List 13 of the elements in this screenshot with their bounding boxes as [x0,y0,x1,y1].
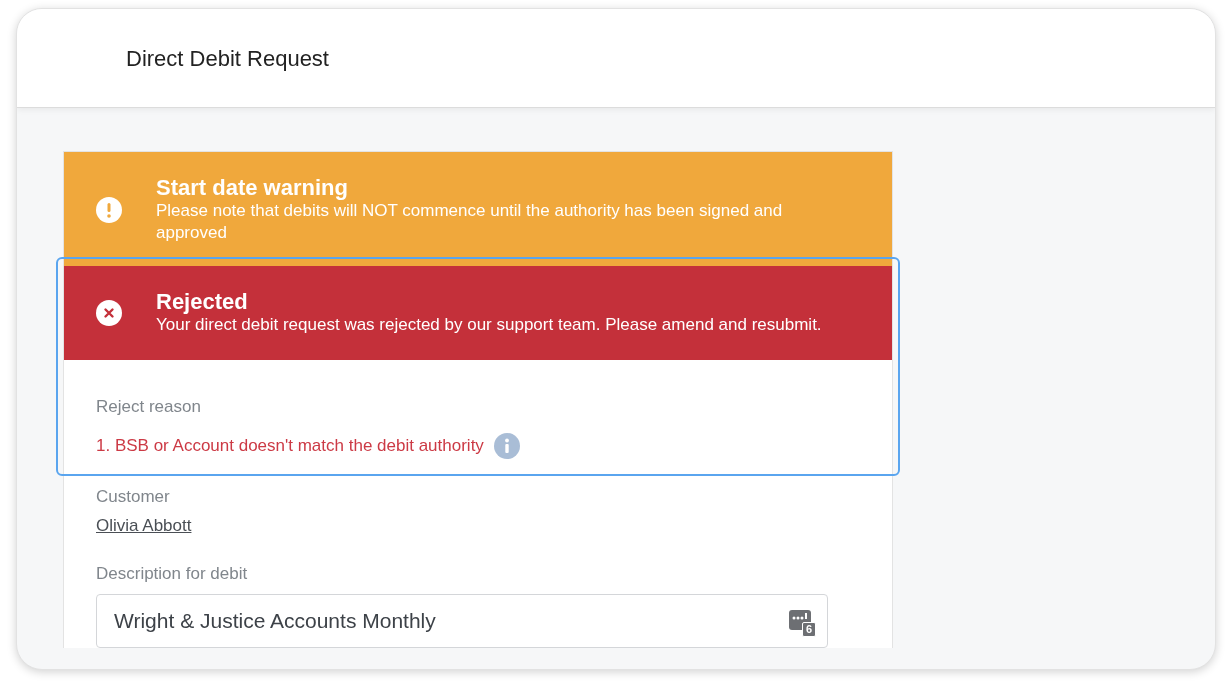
alert-title: Rejected [156,290,249,315]
page-title: Direct Debit Request [126,44,329,73]
info-icon[interactable] [493,432,520,459]
field-label: Customer [96,485,171,508]
alert-message: Please note that debits will NOT commence until the authority has been signed and approved [156,200,784,245]
exclamation-icon [96,197,122,224]
alert-title: Start date warning [156,176,349,201]
close-circle-icon [96,300,122,327]
field-label: Reject reason [96,396,202,419]
reject-reason: 1. BSB or Account doesn't match the debit authority [96,435,484,458]
field-label: Description for debit [96,562,249,585]
customer-link[interactable]: Olivia Abbott [96,513,192,539]
alert-message: Your direct debit request was rejected by our support team. Please amend and resubmit. [156,314,822,337]
